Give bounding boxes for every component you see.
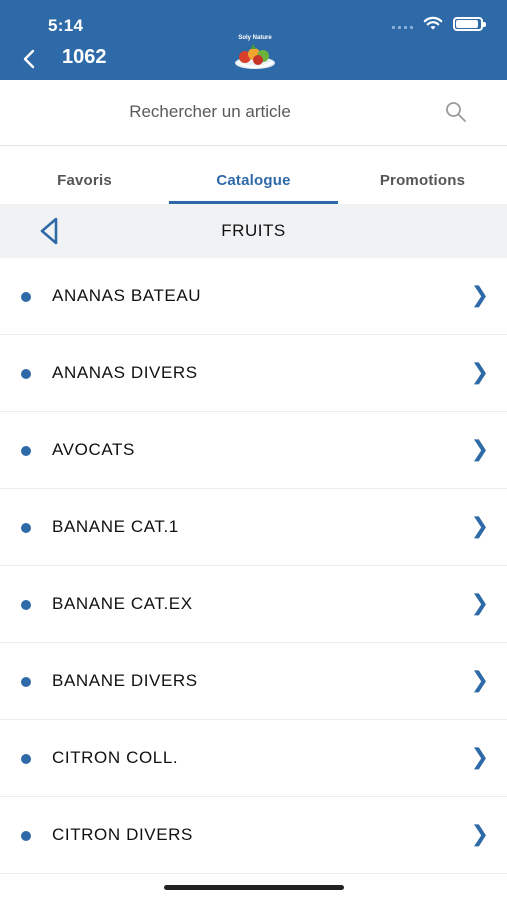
bullet-icon	[21, 600, 31, 610]
list-item-label: ANANAS BATEAU	[52, 286, 202, 305]
wifi-icon	[423, 16, 443, 30]
chevron-left-icon	[23, 49, 35, 69]
bullet-icon	[21, 831, 31, 841]
search-input[interactable]	[0, 80, 420, 144]
tab-promotions[interactable]: Promotions	[338, 146, 507, 204]
category-list: ANANAS BATEAU ❯ ANANAS DIVERS ❯ AVOCATS …	[0, 258, 507, 874]
bullet-icon	[21, 754, 31, 764]
battery-icon	[453, 16, 486, 31]
list-item[interactable]: AVOCATS ❯	[0, 412, 507, 489]
list-item[interactable]: BANANE DIVERS ❯	[0, 643, 507, 720]
bullet-icon	[21, 523, 31, 533]
list-item[interactable]: BANANE CAT.EX ❯	[0, 566, 507, 643]
bullet-icon	[21, 292, 31, 302]
search-bar	[0, 80, 507, 146]
list-item-label: ANANAS DIVERS	[52, 363, 198, 382]
chevron-right-icon: ❯	[470, 282, 489, 307]
category-header: FRUITS	[0, 204, 507, 258]
page-title: 1062	[62, 46, 107, 68]
list-item-label: CITRON DIVERS	[52, 825, 193, 844]
list-item-label: CITRON COLL.	[52, 748, 179, 767]
cellular-signal-icon	[392, 19, 413, 29]
tab-catalogue[interactable]: Catalogue	[169, 146, 338, 204]
bullet-icon	[21, 677, 31, 687]
fruit-basket-icon	[235, 44, 275, 69]
list-item-label: BANANE DIVERS	[52, 671, 198, 690]
app-header: 5:14 1062 Soly Nature	[0, 0, 507, 80]
tab-favoris[interactable]: Favoris	[0, 146, 169, 204]
home-indicator[interactable]	[164, 885, 344, 890]
list-item-label: BANANE CAT.1	[52, 517, 179, 536]
status-icons	[392, 16, 486, 31]
chevron-right-icon: ❯	[470, 667, 489, 692]
list-item[interactable]: CITRON DIVERS ❯	[0, 797, 507, 874]
brand-logo: Soly Nature	[228, 34, 282, 74]
chevron-right-icon: ❯	[470, 821, 489, 846]
search-icon[interactable]	[444, 100, 468, 124]
chevron-right-icon: ❯	[470, 436, 489, 461]
list-item-label: AVOCATS	[52, 440, 135, 459]
chevron-right-icon: ❯	[470, 744, 489, 769]
list-item[interactable]: BANANE CAT.1 ❯	[0, 489, 507, 566]
chevron-right-icon: ❯	[470, 590, 489, 615]
back-button[interactable]	[14, 44, 44, 74]
chevron-right-icon: ❯	[470, 513, 489, 538]
list-item-label: BANANE CAT.EX	[52, 594, 193, 613]
tab-bar: Favoris Catalogue Promotions	[0, 146, 507, 204]
status-time: 5:14	[48, 16, 84, 35]
bullet-icon	[21, 369, 31, 379]
logo-text: Soly Nature	[238, 35, 272, 41]
category-title: FRUITS	[221, 221, 286, 240]
bullet-icon	[21, 446, 31, 456]
list-item[interactable]: ANANAS BATEAU ❯	[0, 258, 507, 335]
chevron-right-icon: ❯	[470, 359, 489, 384]
list-item[interactable]: ANANAS DIVERS ❯	[0, 335, 507, 412]
list-item[interactable]: CITRON COLL. ❯	[0, 720, 507, 797]
